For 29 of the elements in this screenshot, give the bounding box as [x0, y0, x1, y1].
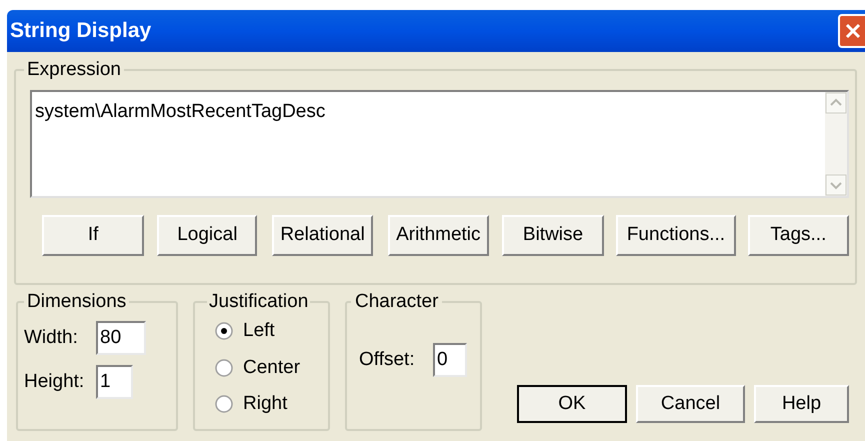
input-field[interactable]: 80 [96, 321, 146, 355]
field-label: Width: [24, 326, 79, 350]
window-title: String Display [9, 18, 152, 44]
scroll-up-icon[interactable] [825, 92, 847, 114]
operator-button[interactable]: Relational [272, 215, 373, 256]
operator-button[interactable]: If [42, 215, 144, 256]
input-field[interactable]: 0 [433, 343, 467, 377]
operator-button[interactable]: Functions... [616, 215, 736, 256]
field-label: Height: [24, 370, 86, 394]
radio-button[interactable] [215, 322, 233, 340]
input-field[interactable]: 1 [96, 365, 133, 399]
operator-button[interactable]: Logical [157, 215, 258, 256]
dialog-button[interactable]: OK [517, 385, 627, 423]
operator-button[interactable]: Bitwise [502, 215, 604, 256]
radio-label: Center [243, 356, 300, 380]
radio-button[interactable] [215, 395, 233, 414]
close-icon [844, 22, 862, 40]
operator-button[interactable]: Tags... [748, 215, 849, 256]
operator-button[interactable]: Arithmetic [388, 215, 489, 256]
dialog-button[interactable]: Cancel [636, 385, 745, 423]
close-button[interactable] [838, 14, 865, 48]
radio-label: Right [243, 392, 288, 416]
expression-text: system\AlarmMostRecentTagDesc [35, 101, 326, 122]
expression-field[interactable]: system\AlarmMostRecentTagDesc [30, 90, 849, 198]
scroll-down-icon[interactable] [825, 174, 847, 196]
field-label: Offset: [359, 348, 416, 372]
radio-button[interactable] [215, 358, 233, 377]
dialog-button[interactable]: Help [754, 385, 849, 423]
radio-label: Left [243, 319, 275, 343]
